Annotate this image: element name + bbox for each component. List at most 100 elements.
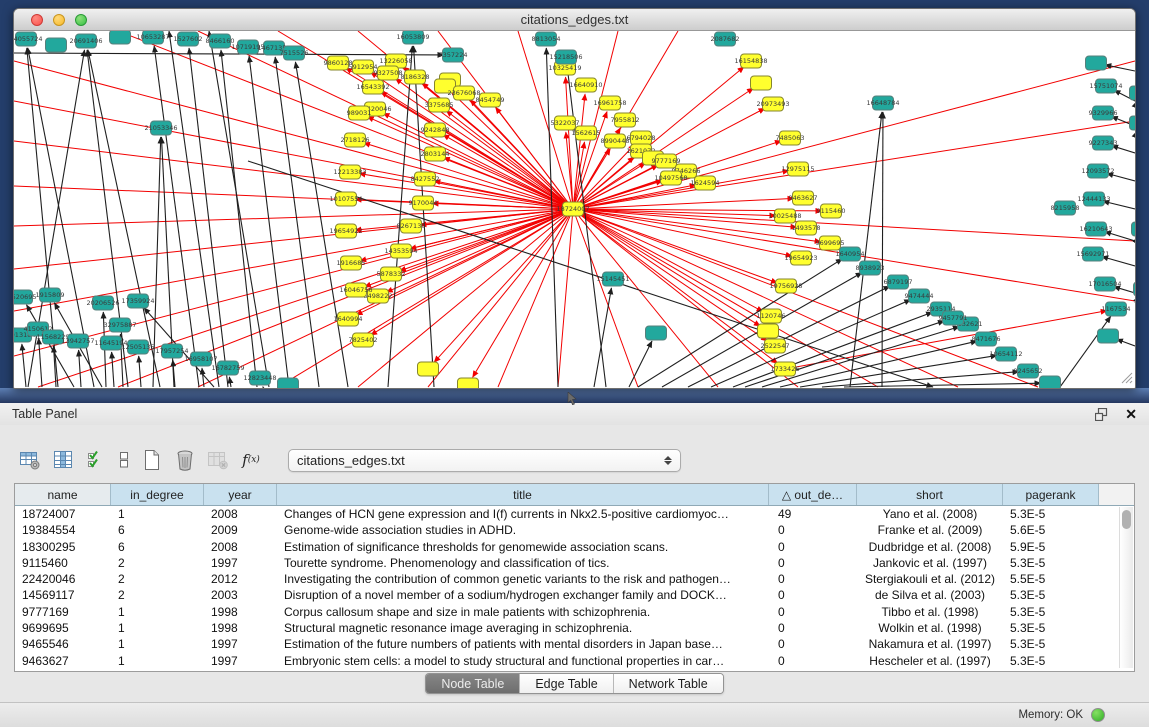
cell-name[interactable]: 9699695 [15, 620, 111, 636]
cell-in_degree[interactable]: 6 [111, 539, 204, 555]
cell-name[interactable]: 14569117 [15, 587, 111, 603]
minimize-window-button[interactable] [53, 14, 65, 26]
column-header-1[interactable]: in_degree [111, 484, 204, 505]
graph-node[interactable] [1086, 56, 1107, 70]
float-panel-icon[interactable] [1095, 408, 1109, 421]
cell-title[interactable]: Estimation of significance thresholds fo… [277, 539, 769, 555]
cell-title[interactable]: Corpus callosum shape and size in male p… [277, 604, 769, 620]
graph-node[interactable] [646, 326, 667, 340]
cell-name[interactable]: 18300295 [15, 539, 111, 555]
column-chooser-icon[interactable] [51, 448, 75, 472]
cell-in_degree[interactable]: 1 [111, 653, 204, 669]
vertical-scrollbar[interactable] [1119, 507, 1133, 668]
table-row[interactable]: 911546021997Tourette syndrome. Phenomeno… [15, 555, 1134, 571]
cell-in_degree[interactable]: 1 [111, 620, 204, 636]
column-header-4[interactable]: △ out_de… [769, 484, 857, 505]
cell-out_de[interactable]: 0 [769, 604, 857, 620]
cell-year[interactable]: 1997 [204, 555, 277, 571]
table-row[interactable]: 969969511998Structural magnetic resonanc… [15, 620, 1134, 636]
cell-out_de[interactable]: 0 [769, 522, 857, 538]
resize-grip-icon[interactable] [1122, 373, 1132, 383]
cell-out_de[interactable]: 49 [769, 506, 857, 522]
delete-column-icon[interactable] [173, 448, 197, 472]
cell-year[interactable]: 2008 [204, 539, 277, 555]
cell-short[interactable]: Yano et al. (2008) [857, 506, 1003, 522]
graph-node[interactable] [110, 31, 131, 44]
table-row[interactable]: 2242004622012Investigating the contribut… [15, 571, 1134, 587]
cell-pagerank[interactable]: 5.3E-5 [1003, 604, 1099, 620]
cell-title[interactable]: Embryonic stem cells: a model to study s… [277, 653, 769, 669]
cell-short[interactable]: Franke et al. (2009) [857, 522, 1003, 538]
new-column-icon[interactable] [140, 448, 164, 472]
graph-node[interactable] [1134, 282, 1136, 296]
column-header-0[interactable]: name [15, 484, 111, 505]
cell-short[interactable]: Stergiakouli et al. (2012) [857, 571, 1003, 587]
cell-name[interactable]: 9465546 [15, 636, 111, 652]
cell-out_de[interactable]: 0 [769, 539, 857, 555]
cell-year[interactable]: 2008 [204, 506, 277, 522]
network-window-titlebar[interactable]: citations_edges.txt [14, 9, 1135, 31]
network-window[interactable]: citations_edges.txt 18724007986012859129… [13, 8, 1136, 389]
cell-out_de[interactable]: 0 [769, 653, 857, 669]
column-header-5[interactable]: short [857, 484, 1003, 505]
cell-short[interactable]: de Silva et al. (2003) [857, 587, 1003, 603]
cell-name[interactable]: 19384554 [15, 522, 111, 538]
table-row[interactable]: 1456911722003Disruption of a novel membe… [15, 587, 1134, 603]
cell-in_degree[interactable]: 1 [111, 636, 204, 652]
cell-short[interactable]: Wolkin et al. (1998) [857, 620, 1003, 636]
cell-pagerank[interactable]: 5.9E-5 [1003, 539, 1099, 555]
cell-pagerank[interactable]: 5.6E-5 [1003, 522, 1099, 538]
graph-node[interactable] [1040, 376, 1061, 388]
graph-node[interactable] [1130, 86, 1136, 100]
table-row[interactable]: 1830029562008Estimation of significance … [15, 539, 1134, 555]
table-selector-combobox[interactable]: citations_edges.txt [288, 449, 681, 472]
cell-in_degree[interactable]: 1 [111, 604, 204, 620]
close-window-button[interactable] [31, 14, 43, 26]
tab-edge-table[interactable]: Edge Table [519, 674, 612, 693]
cell-short[interactable]: Dudbridge et al. (2008) [857, 539, 1003, 555]
cell-pagerank[interactable]: 5.3E-5 [1003, 653, 1099, 669]
cell-in_degree[interactable]: 6 [111, 522, 204, 538]
cell-name[interactable]: 18724007 [15, 506, 111, 522]
cell-out_de[interactable]: 0 [769, 587, 857, 603]
cell-pagerank[interactable]: 5.3E-5 [1003, 506, 1099, 522]
column-header-6[interactable]: pagerank [1003, 484, 1099, 505]
cell-year[interactable]: 2012 [204, 571, 277, 587]
graph-node[interactable] [458, 378, 479, 388]
scrollbar-thumb[interactable] [1122, 510, 1131, 529]
cell-short[interactable]: Jankovic et al. (1997) [857, 555, 1003, 571]
graph-node[interactable] [278, 378, 299, 388]
cell-in_degree[interactable]: 1 [111, 506, 204, 522]
cell-out_de[interactable]: 0 [769, 555, 857, 571]
cell-title[interactable]: Disruption of a novel member of a sodium… [277, 587, 769, 603]
tab-network-table[interactable]: Network Table [613, 674, 723, 693]
cell-name[interactable]: 22420046 [15, 571, 111, 587]
cell-out_de[interactable]: 0 [769, 620, 857, 636]
table-row[interactable]: 977716911998Corpus callosum shape and si… [15, 604, 1134, 620]
cell-in_degree[interactable]: 2 [111, 587, 204, 603]
table-row[interactable]: 1938455462009Genome-wide association stu… [15, 522, 1134, 538]
cell-pagerank[interactable]: 5.3E-5 [1003, 555, 1099, 571]
cell-name[interactable]: 9463627 [15, 653, 111, 669]
rows-icon[interactable] [117, 448, 131, 472]
cell-title[interactable]: Changes of HCN gene expression and I(f) … [277, 506, 769, 522]
close-panel-icon[interactable]: ✕ [1125, 407, 1137, 421]
graph-node[interactable] [46, 38, 67, 52]
cell-in_degree[interactable]: 2 [111, 555, 204, 571]
cell-title[interactable]: Tourette syndrome. Phenomenology and cla… [277, 555, 769, 571]
cell-year[interactable]: 1997 [204, 636, 277, 652]
graph-node[interactable] [1098, 329, 1119, 343]
graph-node[interactable] [1132, 222, 1136, 236]
cell-out_de[interactable]: 0 [769, 571, 857, 587]
cell-title[interactable]: Structural magnetic resonance image aver… [277, 620, 769, 636]
table-settings-icon[interactable] [18, 448, 42, 472]
network-canvas[interactable]: 1872400798601285912954132260589327508165… [14, 31, 1135, 388]
zoom-window-button[interactable] [75, 14, 87, 26]
graph-node[interactable] [751, 76, 772, 90]
column-header-3[interactable]: title [277, 484, 769, 505]
cell-year[interactable]: 2003 [204, 587, 277, 603]
cell-title[interactable]: Genome-wide association studies in ADHD. [277, 522, 769, 538]
table-row[interactable]: 946554611997Estimation of the future num… [15, 636, 1134, 652]
graph-node[interactable] [758, 324, 779, 338]
table-row[interactable]: 946362711997Embryonic stem cells: a mode… [15, 653, 1134, 669]
